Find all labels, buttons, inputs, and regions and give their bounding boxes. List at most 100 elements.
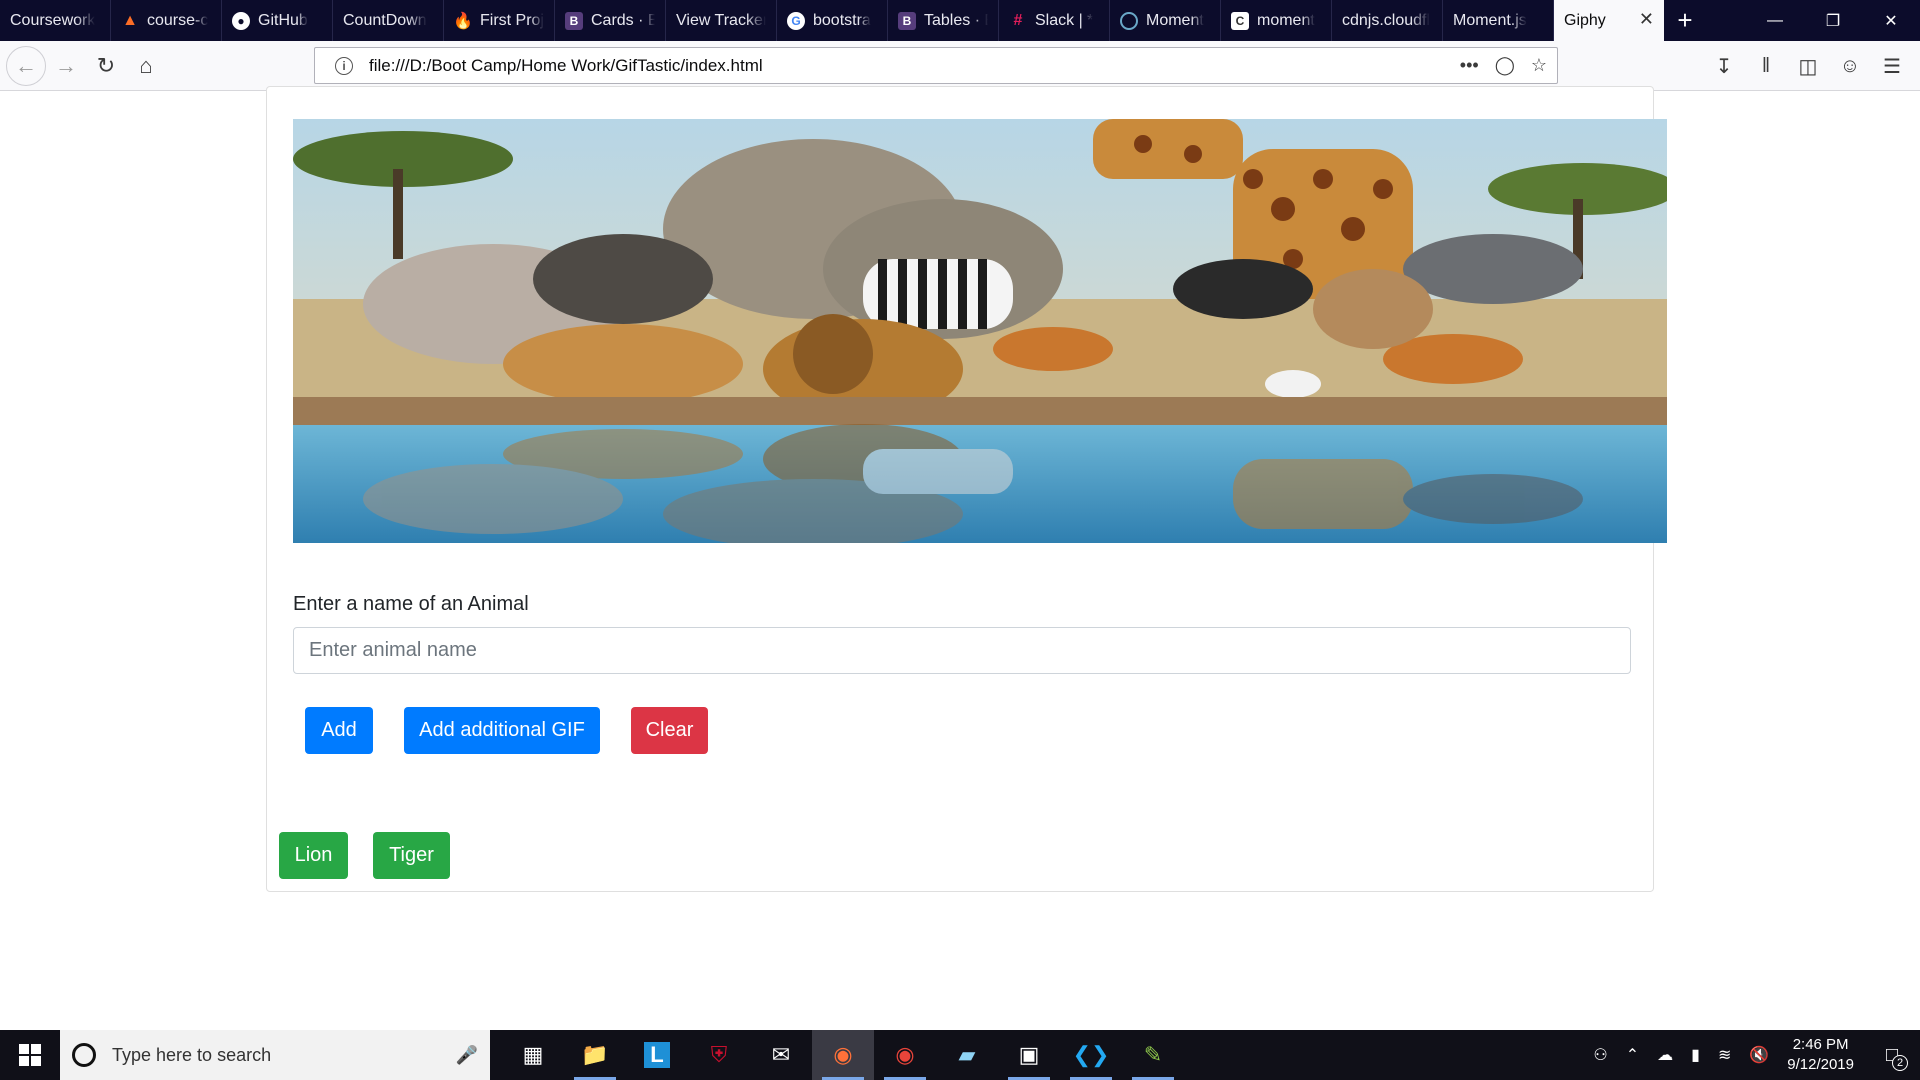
- tab-label: Tables · E: [924, 11, 988, 29]
- google-icon: G: [787, 11, 805, 30]
- tab-moment-c[interactable]: C moment: [1221, 0, 1332, 41]
- network-warning-icon[interactable]: ☁: [1657, 1045, 1673, 1065]
- tab-slack[interactable]: # Slack | *: [999, 0, 1110, 41]
- bootstrap-icon: B: [898, 11, 916, 30]
- tab-label: View Tracker: [676, 11, 766, 29]
- search-card: Enter a name of an Animal Add Add additi…: [266, 86, 1667, 892]
- address-bar[interactable]: i file:///D:/Boot Camp/Home Work/GifTast…: [314, 47, 1558, 84]
- tab-label: Coursework: [10, 11, 96, 29]
- tab-label: Moment.js: [1453, 11, 1527, 29]
- new-tab-button[interactable]: +: [1664, 0, 1706, 41]
- add-button[interactable]: Add: [305, 707, 373, 754]
- notepad-icon[interactable]: ▰: [936, 1030, 998, 1080]
- url-text[interactable]: file:///D:/Boot Camp/Home Work/GifTastic…: [369, 56, 763, 76]
- tab-countdown[interactable]: CountDown: [333, 0, 444, 41]
- tab-label: Cards · B: [591, 11, 655, 29]
- tab-bootstrap-search[interactable]: G bootstra: [777, 0, 888, 41]
- window-controls: — ❐ ✕: [1746, 0, 1920, 41]
- l-app-icon[interactable]: L: [626, 1030, 688, 1080]
- reload-button[interactable]: ↻: [86, 46, 126, 86]
- tab-first-proj[interactable]: 🔥 First Proj: [444, 0, 555, 41]
- clock-icon: [1120, 11, 1138, 30]
- page-actions-icon[interactable]: •••: [1460, 55, 1479, 76]
- terminal-icon[interactable]: ▣: [998, 1030, 1060, 1080]
- bookmark-star-icon[interactable]: ☆: [1531, 55, 1547, 76]
- mcafee-icon[interactable]: ⛨: [688, 1030, 750, 1080]
- forward-button[interactable]: →: [46, 46, 86, 86]
- search-placeholder: Type here to search: [112, 1044, 272, 1065]
- home-button[interactable]: ⌂: [126, 46, 166, 86]
- menu-icon[interactable]: ☰: [1878, 54, 1906, 79]
- tab-giphy[interactable]: Giphy ✕: [1554, 0, 1664, 41]
- tab-course-c[interactable]: ▲ course-c: [111, 0, 222, 41]
- downloads-icon[interactable]: ↧: [1710, 54, 1738, 79]
- tab-moment[interactable]: Moment: [1110, 0, 1221, 41]
- tab-cdnjs[interactable]: cdnjs.cloudfl: [1332, 0, 1443, 41]
- clear-button[interactable]: Clear: [631, 707, 708, 754]
- firefox-icon[interactable]: ◉: [812, 1030, 874, 1080]
- battery-icon[interactable]: ▮: [1691, 1045, 1700, 1065]
- task-view-icon[interactable]: ▦: [502, 1030, 564, 1080]
- close-tab-icon[interactable]: ✕: [1639, 9, 1654, 30]
- tab-label: bootstra: [813, 11, 871, 29]
- tab-label: cdnjs.cloudfl: [1342, 11, 1431, 29]
- tab-label: Slack | *: [1035, 11, 1094, 29]
- tab-label: Moment: [1146, 11, 1204, 29]
- windows-logo-icon: [19, 1044, 41, 1066]
- action-center-icon[interactable]: □ 2: [1872, 1035, 1912, 1075]
- tab-label: moment: [1257, 11, 1315, 29]
- toolbar-right: ↧ ‖ ◫ ☺ ☰: [1710, 41, 1920, 91]
- page-info-icon[interactable]: i: [335, 56, 353, 75]
- browser-tab-strip: Coursework ▲ course-c ● GitHub CountDown…: [0, 0, 1920, 41]
- github-icon: ●: [232, 11, 250, 30]
- back-button[interactable]: ←: [6, 45, 46, 86]
- browser-toolbar: ← → ↻ ⌂ i file:///D:/Boot Camp/Home Work…: [0, 41, 1920, 91]
- tab-cards[interactable]: B Cards · B: [555, 0, 666, 41]
- show-hidden-icons-icon[interactable]: ⌃: [1626, 1045, 1639, 1065]
- tab-label: GitHub: [258, 11, 308, 29]
- taskbar-apps: ▦ 📁 L ⛨ ✉ ◉ ◉ ▰ ▣ ❮❯ ✎: [502, 1030, 1184, 1080]
- tab-github[interactable]: ● GitHub: [222, 0, 333, 41]
- animal-input-label: Enter a name of an Animal: [293, 593, 529, 615]
- vscode-icon[interactable]: ❮❯: [1060, 1030, 1122, 1080]
- tab-label: course-c: [147, 11, 209, 29]
- tab-momentjs[interactable]: Moment.js: [1443, 0, 1554, 41]
- close-window-button[interactable]: ✕: [1862, 0, 1920, 41]
- taskbar-clock[interactable]: 2:46 PM 9/12/2019: [1787, 1035, 1854, 1075]
- start-button[interactable]: [0, 1030, 60, 1080]
- cortana-icon[interactable]: [72, 1043, 96, 1067]
- taskbar-search-box[interactable]: Type here to search 🎤: [60, 1030, 490, 1080]
- account-icon[interactable]: ☺: [1836, 55, 1864, 78]
- restore-button[interactable]: ❐: [1804, 0, 1862, 41]
- firebase-icon: 🔥: [453, 12, 473, 30]
- pocket-icon[interactable]: ◯: [1495, 55, 1515, 76]
- c-icon: C: [1231, 11, 1249, 30]
- file-explorer-icon[interactable]: 📁: [564, 1030, 626, 1080]
- microphone-icon[interactable]: 🎤: [456, 1045, 478, 1066]
- tab-view-tracker[interactable]: View Tracker: [666, 0, 777, 41]
- animal-name-input[interactable]: [293, 627, 1631, 674]
- tab-tables[interactable]: B Tables · E: [888, 0, 999, 41]
- chrome-icon[interactable]: ◉: [874, 1030, 936, 1080]
- tab-coursework[interactable]: Coursework: [0, 0, 111, 41]
- add-additional-gif-button[interactable]: Add additional GIF: [404, 707, 600, 754]
- safari-animals-banner: [293, 119, 1667, 543]
- volume-muted-icon[interactable]: 🔇: [1749, 1045, 1769, 1065]
- clock-date: 9/12/2019: [1787, 1056, 1854, 1073]
- minimize-button[interactable]: —: [1746, 0, 1804, 41]
- bootstrap-icon: B: [565, 11, 583, 30]
- clock-time: 2:46 PM: [1792, 1036, 1849, 1053]
- sidebar-icon[interactable]: ◫: [1794, 54, 1822, 79]
- animal-button-tiger[interactable]: Tiger: [373, 832, 450, 879]
- animal-button-lion[interactable]: Lion: [279, 832, 348, 879]
- slack-icon: #: [1013, 11, 1023, 29]
- gitlab-icon: ▲: [122, 11, 138, 29]
- tab-label: CountDown: [343, 11, 427, 29]
- notification-count: 2: [1892, 1055, 1908, 1071]
- mail-icon[interactable]: ✉: [750, 1030, 812, 1080]
- library-icon[interactable]: ‖: [1752, 55, 1780, 78]
- wifi-icon[interactable]: ≋: [1718, 1045, 1731, 1065]
- people-icon[interactable]: ⚇: [1593, 1045, 1607, 1065]
- url-actions: ••• ◯ ☆: [1460, 55, 1547, 76]
- paint-icon[interactable]: ✎: [1122, 1030, 1184, 1080]
